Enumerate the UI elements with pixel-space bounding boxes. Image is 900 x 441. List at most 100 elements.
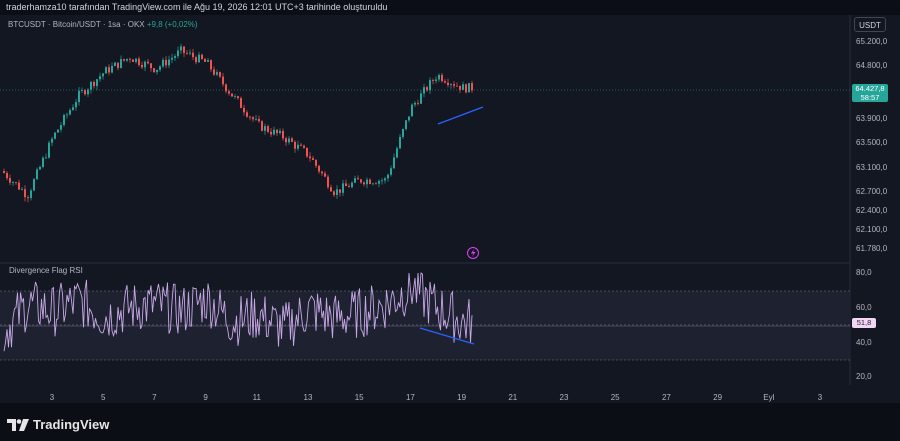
tradingview-logo[interactable]: TradingView [7, 417, 109, 432]
chart-canvas[interactable] [0, 0, 900, 441]
candle-body [312, 158, 314, 160]
symbol-ticker: BTCUSDT · Bitcoin/USDT · 1sa · OKX [8, 20, 145, 29]
candle-body [153, 68, 155, 73]
candle-body [180, 46, 182, 51]
candle-body [432, 80, 434, 81]
price-tick-label: 61.780,0 [856, 244, 888, 253]
rsi-tick-label: 80,0 [856, 268, 872, 277]
candle-body [288, 138, 290, 143]
candle-body [192, 52, 194, 58]
candle-body [396, 148, 398, 158]
candle-body [213, 69, 215, 75]
candle-body [315, 159, 317, 166]
date-tick-label: 15 [354, 393, 364, 402]
candle-body [435, 79, 437, 81]
price-tick-label: 62.100,0 [856, 225, 888, 234]
candle-body [234, 96, 236, 97]
candle-body [420, 93, 422, 104]
candle-body [159, 66, 161, 70]
candle-body [177, 50, 179, 57]
price-tick-label: 63.900,0 [856, 114, 888, 123]
candle-body [333, 191, 335, 195]
candle-body [48, 142, 50, 158]
candle-body [111, 66, 113, 73]
candle-body [21, 189, 23, 190]
candle-body [42, 157, 44, 167]
candle-body [171, 57, 173, 60]
candle-body [195, 57, 197, 63]
candle-body [438, 74, 440, 80]
candle-body [45, 157, 47, 159]
candle-body [75, 102, 77, 108]
candle-body [63, 114, 65, 126]
candle-body [219, 72, 221, 77]
candle-body [318, 165, 320, 172]
candle-body [141, 64, 143, 68]
tv-logo-icon [7, 418, 29, 431]
divergence-line-price [437, 106, 484, 125]
currency-button[interactable]: USDT [854, 17, 886, 32]
candle-body [273, 129, 275, 135]
candle-body [390, 168, 392, 175]
candle-body [450, 84, 452, 85]
candle-body [459, 85, 461, 90]
candle-body [90, 81, 92, 90]
current-price-countdown: 58:57 [860, 93, 880, 102]
candle-body [387, 174, 389, 179]
candle-body [66, 114, 68, 116]
candle-body [81, 90, 83, 91]
candle-body [240, 98, 242, 108]
date-tick-label: 21 [508, 393, 518, 402]
date-tick-label: 11 [252, 393, 261, 402]
rsi-current-badge: 51,8 [852, 318, 876, 328]
candle-body [3, 171, 5, 173]
date-tick-label: 29 [713, 393, 723, 402]
date-tick-label: 7 [152, 393, 157, 402]
candle-body [357, 178, 359, 180]
price-tick-label: 63.100,0 [856, 163, 888, 172]
candle-body [342, 183, 344, 193]
candle-body [258, 118, 260, 122]
symbol-title[interactable]: BTCUSDT · Bitcoin/USDT · 1sa · OKX +9,8 … [8, 20, 198, 29]
candle-body [444, 81, 446, 83]
candle-body [405, 120, 407, 129]
rsi-tick-label: 40,0 [856, 338, 872, 347]
candle-body [384, 178, 386, 181]
candle-body [174, 56, 176, 58]
candle-body [264, 126, 266, 131]
candle-body [39, 166, 41, 170]
candle-body [147, 61, 149, 64]
candle-body [93, 81, 95, 87]
candle-body [243, 107, 245, 113]
candle-body [123, 59, 125, 61]
price-tick-label: 62.700,0 [856, 187, 888, 196]
candle-body [345, 183, 347, 187]
indicator-title[interactable]: Divergence Flag RSI [9, 266, 83, 275]
candle-body [96, 79, 98, 87]
candle-body [261, 121, 263, 131]
candle-body [297, 144, 299, 149]
candle-body [336, 189, 338, 195]
date-tick-label: 9 [203, 393, 208, 402]
candle-body [84, 90, 86, 95]
candle-body [429, 80, 431, 91]
symbol-change: +9,8 (+0,02%) [146, 20, 198, 29]
lightning-icon[interactable] [467, 247, 479, 259]
candle-body [222, 76, 224, 85]
candle-body [354, 178, 356, 183]
candle-body [360, 179, 362, 183]
candle-body [9, 178, 11, 183]
candle-body [411, 104, 413, 117]
candle-body [129, 58, 131, 60]
candle-body [300, 144, 302, 146]
rsi-tick-label: 60,0 [856, 303, 872, 312]
current-price-value: 64.427,8 [855, 84, 885, 93]
candle-body [36, 169, 38, 180]
candle-body [105, 67, 107, 74]
candle-body [183, 46, 185, 53]
candle-body [294, 141, 296, 149]
candle-body [351, 182, 353, 188]
candle-body [120, 59, 122, 69]
candle-body [168, 59, 170, 66]
candle-body [231, 93, 233, 97]
